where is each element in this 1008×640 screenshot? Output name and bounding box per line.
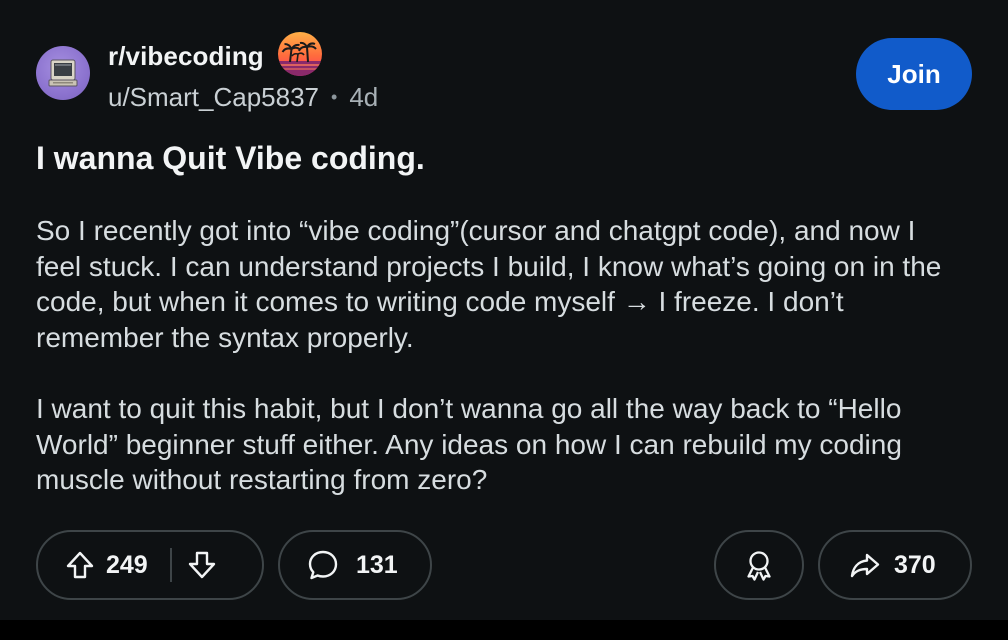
join-button[interactable]: Join <box>856 38 972 110</box>
bottom-edge <box>0 620 1008 640</box>
meta-separator: • <box>331 87 338 107</box>
retro-computer-icon <box>48 59 78 87</box>
share-button[interactable]: 370 <box>818 530 972 600</box>
share-arrow-icon <box>848 548 882 582</box>
sunset-palm-icon <box>277 31 323 77</box>
award-ribbon-icon <box>742 548 776 582</box>
post-paragraph: I want to quit this habit, but I don’t w… <box>36 393 902 495</box>
post-screen: r/vibecoding u/Smart_Cap5837 • 4d Join I… <box>0 0 1008 640</box>
arrow-up-icon[interactable] <box>64 549 96 581</box>
author-name[interactable]: u/Smart_Cap5837 <box>108 82 319 113</box>
post-title: I wanna Quit Vibe coding. <box>36 140 425 176</box>
vote-control: 249 <box>36 530 264 600</box>
share-count: 370 <box>894 550 936 579</box>
comments-button[interactable]: 131 <box>278 530 432 600</box>
post-age: 4d <box>349 82 379 112</box>
award-button[interactable] <box>714 530 804 600</box>
post-paragraph: So I recently got into “vibe coding”(cur… <box>36 215 942 353</box>
arrow-down-icon[interactable] <box>186 549 218 581</box>
subreddit-name[interactable]: r/vibecoding <box>108 41 264 72</box>
upvote-count: 249 <box>106 550 148 579</box>
speech-bubble-icon <box>306 548 340 582</box>
comment-count: 131 <box>356 550 398 579</box>
subreddit-avatar[interactable] <box>36 46 90 100</box>
vote-divider <box>169 548 172 582</box>
post-meta: u/Smart_Cap5837 • 4d <box>108 82 378 113</box>
post-body: So I recently got into “vibe coding”(cur… <box>36 213 966 498</box>
